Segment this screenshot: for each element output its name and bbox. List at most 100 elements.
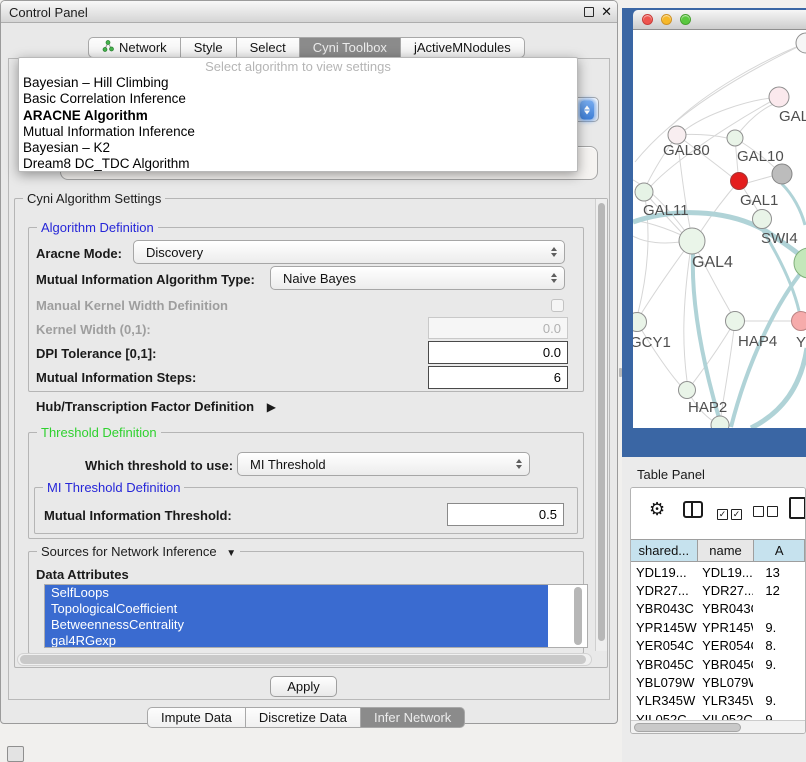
combobox-stepper-icon (516, 459, 522, 469)
checked-boxes-icon[interactable]: ✓✓ (717, 505, 745, 520)
tab-select[interactable]: Select (236, 37, 299, 58)
popup-item-selected[interactable]: ARACNE Algorithm (19, 108, 577, 124)
sources-group-title[interactable]: Sources for Network Inference ▼ (37, 544, 240, 559)
node-hap2[interactable] (679, 382, 696, 399)
unchecked-boxes-icon[interactable] (753, 505, 781, 520)
data-attributes-list[interactable]: SelfLoops TopologicalCoefficient Between… (44, 584, 588, 648)
screen: Control Panel ✕ Network Style Select Cyn… (0, 0, 806, 762)
collapse-arrow-icon[interactable]: ▼ (226, 548, 236, 559)
node-gray[interactable] (772, 164, 792, 184)
list-item[interactable]: SelfLoops (45, 585, 548, 601)
settings-vertical-scrollbar-thumb[interactable] (598, 203, 605, 641)
float-window-icon[interactable] (584, 7, 594, 17)
table-row[interactable]: YLR345W YLR345W 9. (631, 692, 805, 710)
mi-algorithm-type-combobox[interactable]: Naive Bayes (270, 266, 565, 290)
column-header-name[interactable]: name (698, 540, 755, 561)
minimized-window-icon[interactable] (7, 746, 24, 762)
apply-button[interactable]: Apply (270, 676, 337, 697)
tab-network[interactable]: Network (88, 37, 180, 58)
network-view[interactable]: GAL GAL80 GAL10 GAL1 SWI4 GAL11 GAL4 GCY… (633, 30, 806, 428)
list-item[interactable]: BetweennessCentrality (45, 617, 548, 633)
node-gcy1[interactable] (633, 313, 647, 332)
settings-group-title: Cyni Algorithm Settings (23, 191, 165, 206)
network-icon (102, 38, 114, 57)
settings-horizontal-scrollbar-thumb[interactable] (20, 655, 586, 664)
network-window-titlebar[interactable] (633, 10, 806, 30)
aracne-mode-label: Aracne Mode: (36, 246, 122, 261)
settings-vertical-scrollbar[interactable] (595, 199, 607, 651)
node-label: GAL4 (692, 254, 733, 271)
table-horizontal-scrollbar-thumb[interactable] (634, 723, 741, 732)
page-icon[interactable] (789, 497, 806, 519)
popup-item[interactable]: Mutual Information Inference (19, 124, 577, 140)
table-row[interactable]: YER054C YER054C 8. (631, 637, 805, 655)
algorithm-dropdown-popup: Select algorithm to view settings Bayesi… (18, 57, 578, 172)
table-row[interactable]: YBR045C YBR045C 9. (631, 655, 805, 673)
network-graph[interactable]: GAL GAL80 GAL10 GAL1 SWI4 GAL11 GAL4 GCY… (633, 30, 806, 428)
node-label: HAP4 (738, 333, 777, 350)
which-threshold-value: MI Threshold (250, 457, 326, 472)
table-horizontal-scrollbar[interactable] (631, 720, 805, 733)
minimize-traffic-light-icon[interactable] (661, 14, 672, 25)
mi-threshold-label: Mutual Information Threshold: (44, 508, 232, 523)
node-gal4[interactable] (679, 228, 705, 254)
popup-item[interactable]: Bayesian – K2 (19, 140, 577, 156)
node-swi4[interactable] (753, 210, 772, 229)
tab-style[interactable]: Style (180, 37, 236, 58)
dpi-tolerance-field[interactable]: 0.0 (428, 341, 568, 364)
table-row[interactable]: YDL19... YDL19... 13 (631, 563, 805, 581)
node-gal11[interactable] (635, 183, 653, 201)
mi-steps-label: Mutual Information Steps: (36, 370, 196, 385)
list-scrollbar[interactable] (574, 587, 582, 645)
mi-threshold-field[interactable]: 0.5 (447, 503, 564, 526)
settings-horizontal-scrollbar[interactable] (17, 653, 592, 666)
table-toolbar: ⚙ ✓✓ (631, 488, 805, 538)
table-row[interactable]: YBL079W YBL079W (631, 673, 805, 691)
table-row[interactable]: YPR145W YPR145W 9. (631, 618, 805, 636)
tab-discretize-data[interactable]: Discretize Data (245, 707, 360, 728)
table-row[interactable]: YBR043C YBR043C (631, 600, 805, 618)
mi-threshold-definition-title: MI Threshold Definition (43, 480, 184, 495)
popup-item[interactable]: Basic Correlation Inference (19, 91, 577, 107)
node[interactable] (796, 33, 806, 53)
combobox-stepper-icon[interactable] (580, 100, 594, 119)
node-label: GAL80 (663, 142, 710, 159)
column-header-shared-name[interactable]: shared... (631, 540, 698, 561)
hub-definition-toggle[interactable]: Hub/Transcription Factor Definition ▶ (36, 399, 276, 414)
kernel-width-field[interactable]: 0.0 (428, 317, 568, 339)
close-icon[interactable]: ✕ (601, 4, 612, 20)
tab-network-label: Network (119, 38, 167, 57)
tab-infer-network[interactable]: Infer Network (360, 707, 465, 728)
which-threshold-combobox[interactable]: MI Threshold (237, 452, 530, 476)
node[interactable] (711, 416, 729, 428)
gear-icon[interactable]: ⚙ (649, 499, 665, 520)
node-salmon[interactable] (792, 312, 806, 331)
mi-algorithm-type-value: Naive Bayes (283, 271, 356, 286)
manual-kernel-width-checkbox[interactable] (551, 299, 564, 312)
list-item[interactable]: TopologicalCoefficient (45, 601, 548, 617)
table-row[interactable]: YDR27... YDR27... 12 (631, 581, 805, 599)
node-label: GAL10 (737, 148, 784, 165)
aracne-mode-combobox[interactable]: Discovery (133, 240, 565, 264)
node-gal1[interactable] (731, 173, 748, 190)
table-panel-section: Table Panel ⚙ ✓✓ shared... name A (622, 457, 806, 762)
tab-impute-data[interactable]: Impute Data (147, 707, 245, 728)
popup-item[interactable]: Bayesian – Hill Climbing (19, 75, 577, 91)
popup-item[interactable]: Dream8 DC_TDC Algorithm (19, 156, 577, 172)
node-gal10[interactable] (727, 130, 743, 146)
column-header-partial[interactable]: A (754, 540, 805, 561)
zoom-traffic-light-icon[interactable] (680, 14, 691, 25)
node-label: SWI4 (761, 230, 798, 247)
network-highlight-edges (633, 184, 806, 428)
control-panel-titlebar[interactable]: Control Panel ✕ (1, 1, 617, 23)
node-gal7[interactable] (769, 87, 789, 107)
tab-cyni-toolbox[interactable]: Cyni Toolbox (299, 37, 400, 58)
tab-jactivemnodules[interactable]: jActiveMNodules (400, 37, 525, 58)
expand-arrow-icon[interactable]: ▶ (267, 400, 276, 414)
list-item[interactable]: gal4RGexp (45, 633, 548, 648)
close-traffic-light-icon[interactable] (642, 14, 653, 25)
columns-icon[interactable] (683, 501, 703, 518)
node-hap4[interactable] (726, 312, 745, 331)
table-panel-title: Table Panel (637, 467, 705, 482)
mi-steps-field[interactable]: 6 (428, 366, 568, 389)
